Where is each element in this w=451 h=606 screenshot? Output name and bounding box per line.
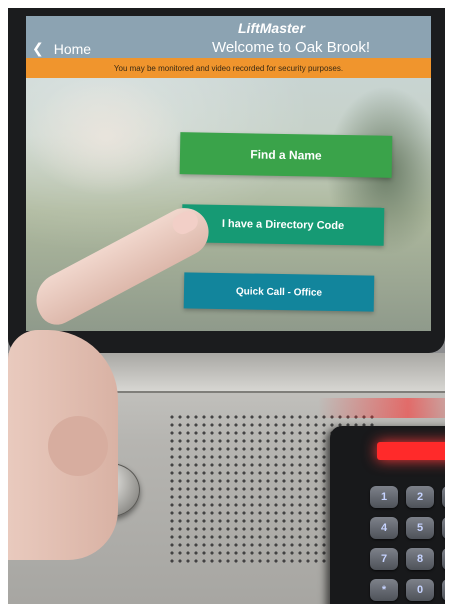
keypad-key[interactable]: 1 bbox=[370, 486, 398, 508]
panel-seam bbox=[78, 391, 445, 393]
kiosk-photo: 1 2 3 4 5 6 7 8 9 * 0 # LiftMaster ❮ Hom… bbox=[8, 8, 445, 604]
page-title: Welcome to Oak Brook! bbox=[211, 39, 371, 56]
security-notice: You may be monitored and video recorded … bbox=[26, 58, 431, 78]
directory-code-button[interactable]: I have a Directory Code bbox=[181, 204, 385, 246]
keypad-key[interactable]: 3 bbox=[442, 486, 445, 508]
fingernail bbox=[169, 207, 202, 238]
background-house bbox=[26, 76, 186, 196]
find-name-button[interactable]: Find a Name bbox=[179, 132, 393, 178]
keypad-status-led bbox=[377, 442, 445, 460]
keypad-key[interactable]: 2 bbox=[406, 486, 434, 508]
keypad-keys: 1 2 3 4 5 6 7 8 9 * 0 # bbox=[370, 486, 445, 603]
red-glare bbox=[318, 398, 445, 418]
home-back-button[interactable]: ❮ Home bbox=[32, 40, 91, 57]
home-label: Home bbox=[53, 40, 92, 57]
keypad-key[interactable]: 0 bbox=[406, 579, 434, 601]
keypad-key[interactable]: 6 bbox=[442, 517, 445, 539]
chevron-left-icon: ❮ bbox=[32, 40, 44, 56]
keypad-key[interactable]: * bbox=[370, 579, 398, 601]
knuckle bbox=[48, 416, 108, 476]
keypad-key[interactable]: 9 bbox=[442, 548, 445, 570]
keypad-key[interactable]: 8 bbox=[406, 548, 434, 570]
brand-logo: LiftMaster bbox=[238, 20, 305, 36]
keypad-key[interactable]: 7 bbox=[370, 548, 398, 570]
keypad-key[interactable]: 5 bbox=[406, 517, 434, 539]
screen-header: LiftMaster ❮ Home Welcome to Oak Brook! bbox=[26, 16, 431, 58]
keypad-key[interactable]: # bbox=[442, 579, 445, 601]
quick-call-office-button[interactable]: Quick Call - Office bbox=[183, 272, 375, 312]
keypad-key[interactable]: 4 bbox=[370, 517, 398, 539]
access-keypad: 1 2 3 4 5 6 7 8 9 * 0 # bbox=[330, 426, 445, 604]
